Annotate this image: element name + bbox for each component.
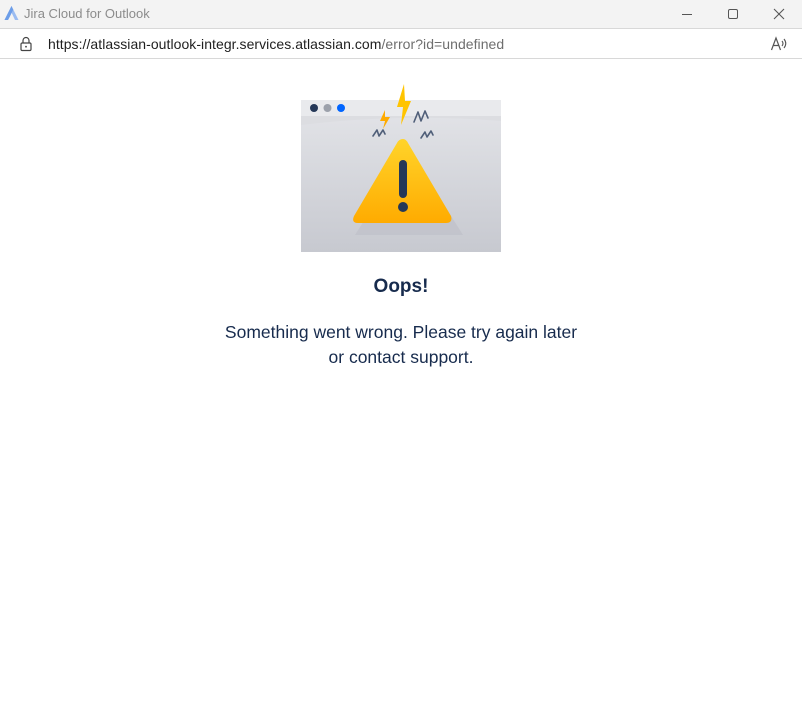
error-message: Something went wrong. Please try again l… xyxy=(224,322,578,367)
close-button[interactable] xyxy=(756,0,802,28)
address-bar[interactable]: https://atlassian-outlook-integr.service… xyxy=(0,28,802,59)
error-page: Oops! Something went wrong. Please try a… xyxy=(0,59,802,711)
lock-icon[interactable] xyxy=(19,36,33,52)
url-text[interactable]: https://atlassian-outlook-integr.service… xyxy=(48,36,504,52)
title-bar[interactable]: Jira Cloud for Outlook xyxy=(0,0,802,28)
jira-logo-icon xyxy=(4,6,19,20)
url-path: /error?id=undefined xyxy=(381,36,505,52)
url-host: https://atlassian-outlook-integr.service… xyxy=(48,36,382,52)
close-icon xyxy=(773,8,785,20)
maximize-icon xyxy=(728,9,738,19)
maximize-button[interactable] xyxy=(710,0,756,28)
read-aloud-icon[interactable] xyxy=(770,35,788,53)
error-heading: Oops! xyxy=(373,276,429,297)
browser-warning-illustration xyxy=(301,84,501,252)
minimize-button[interactable] xyxy=(664,0,710,28)
app-window: Jira Cloud for Outlook https://atlassian… xyxy=(0,0,802,711)
minimize-icon xyxy=(682,14,692,15)
window-title: Jira Cloud for Outlook xyxy=(24,6,150,21)
